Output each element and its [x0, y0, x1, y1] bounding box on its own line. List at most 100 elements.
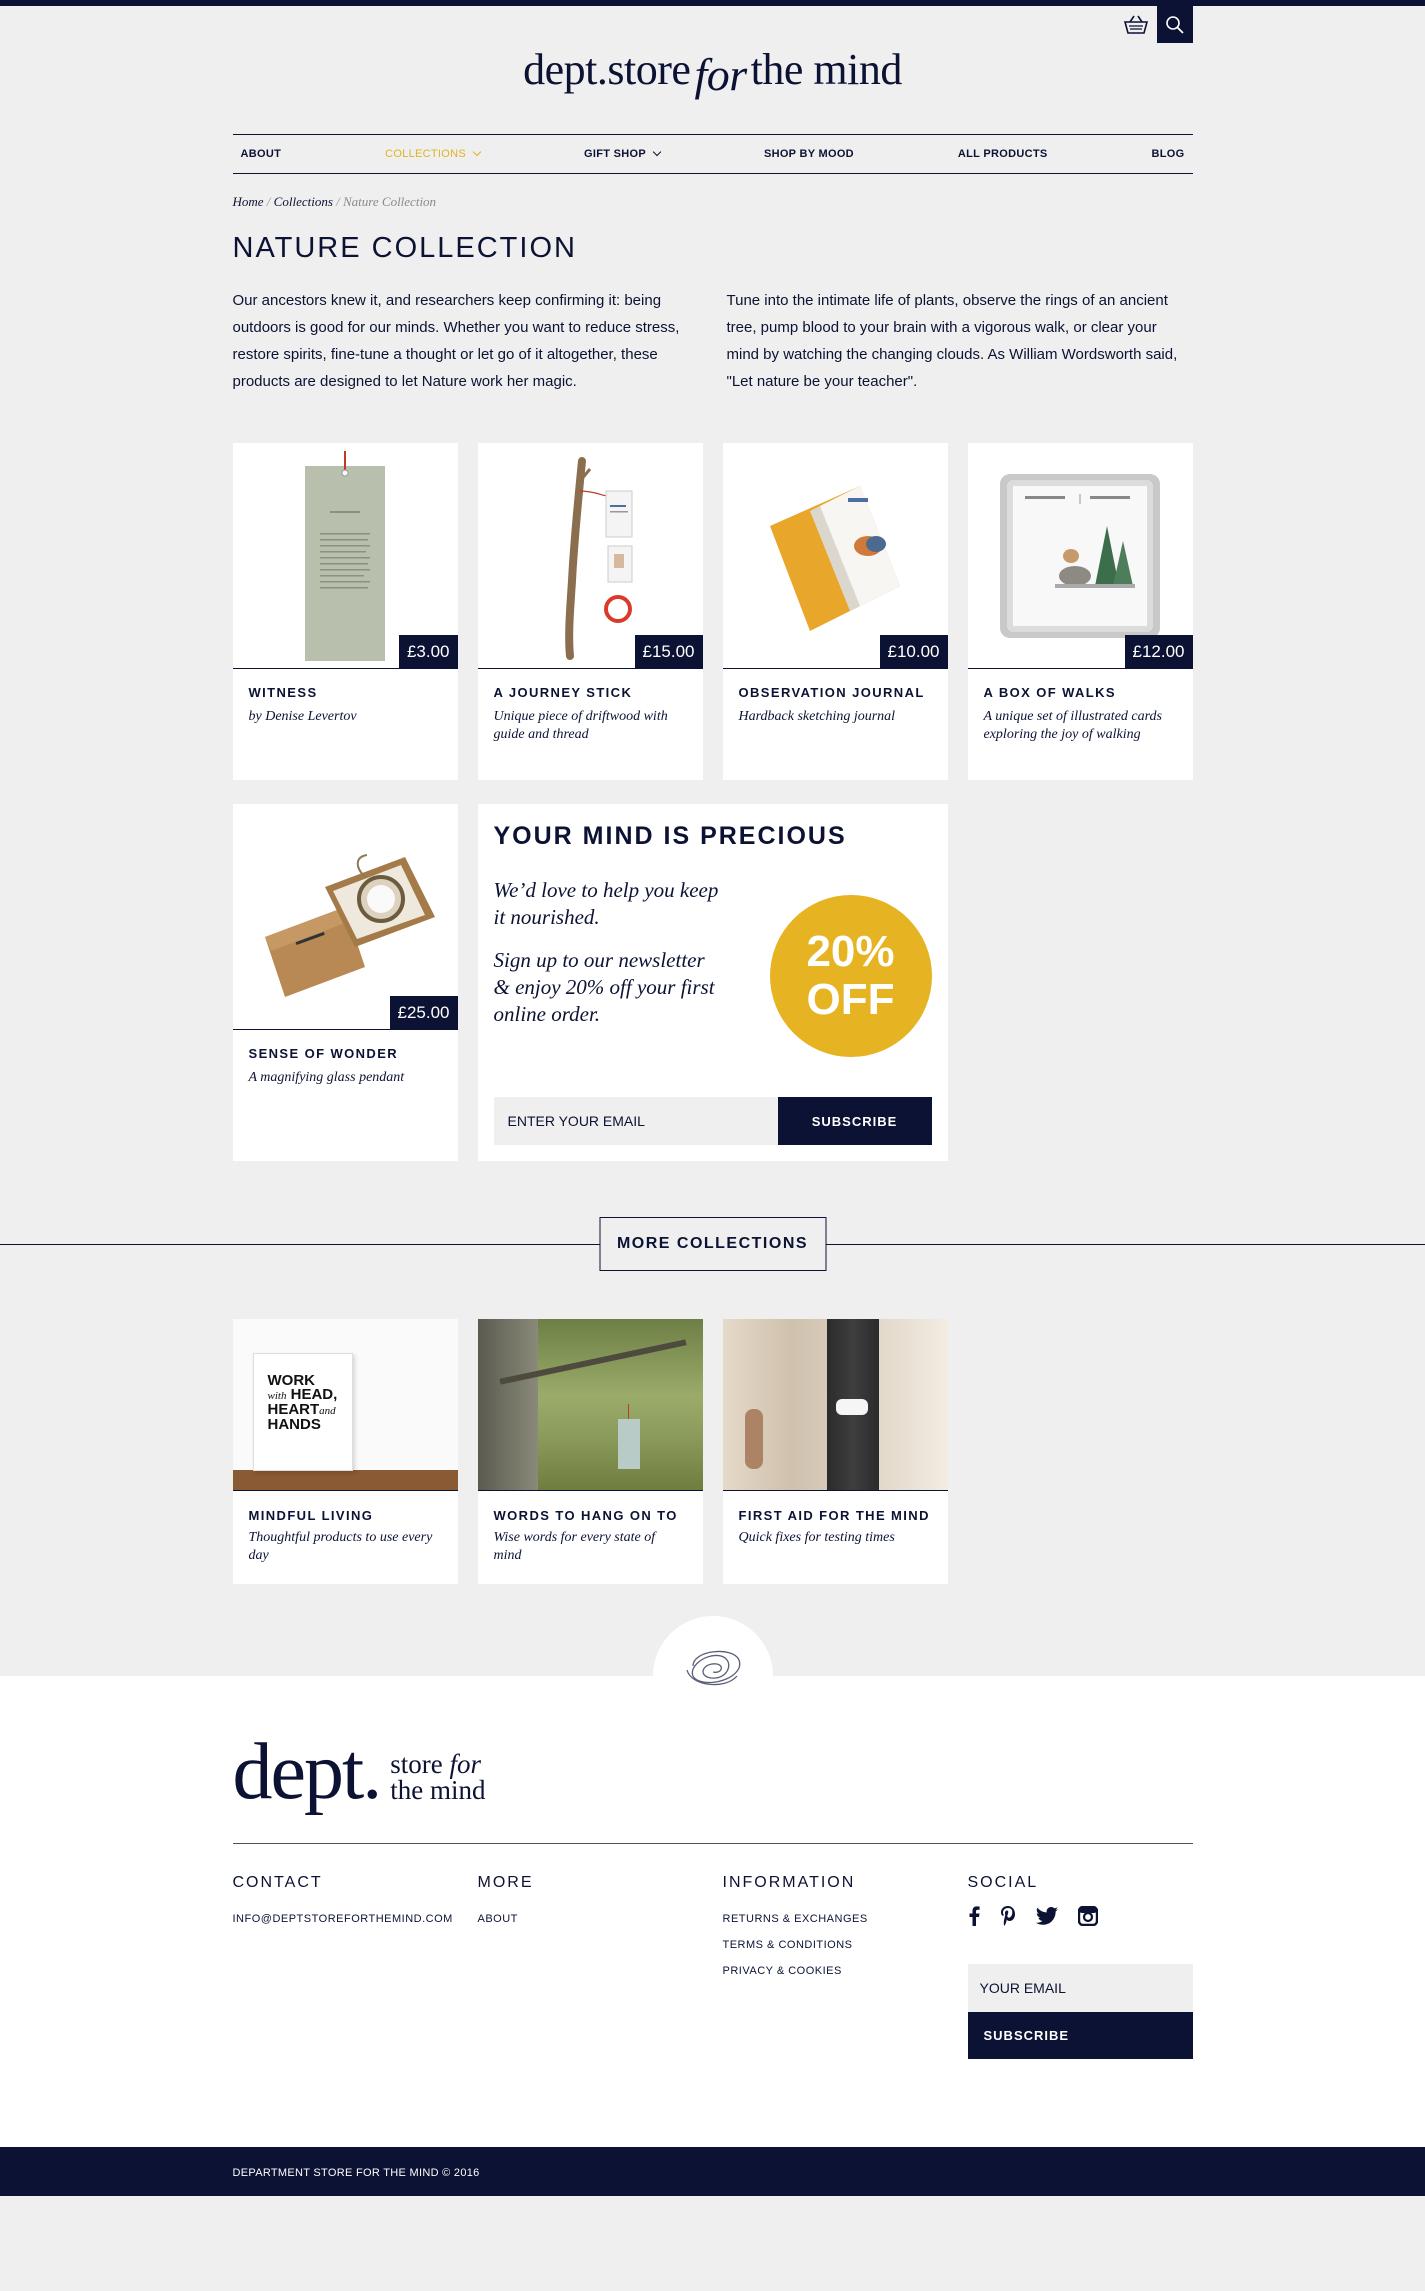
collection-name: MINDFUL LIVING — [248, 1508, 374, 1523]
promo-title: YOUR MIND IS PRECIOUS — [493, 822, 847, 850]
product-desc: Hardback sketching journal — [738, 709, 896, 724]
intro-text: Our ancestors knew it, and researchers k… — [233, 287, 1193, 395]
nav-about[interactable]: ABOUT — [241, 148, 282, 160]
price-tag: £25.00 — [389, 996, 458, 1029]
collection-card-words-to-hang-on-to[interactable]: WORDS TO HANG ON TO Wise words for every… — [477, 1319, 703, 1584]
breadcrumb-collections[interactable]: Collections — [274, 194, 333, 209]
product-image: £12.00 — [967, 443, 1193, 669]
nav-all-products[interactable]: ALL PRODUCTS — [958, 148, 1048, 160]
main-nav: ABOUT COLLECTIONS GIFT SHOP SHOP BY MOOD… — [232, 134, 1193, 174]
breadcrumb-separator: / — [336, 194, 340, 209]
facebook-icon[interactable] — [968, 1906, 980, 1936]
footer-newsletter-form: SUBSCRIBE — [967, 1964, 1193, 2059]
email-input[interactable] — [493, 1097, 778, 1145]
product-image: £25.00 — [232, 804, 458, 1030]
footer-heading: SOCIAL — [967, 1874, 1039, 1891]
collection-image — [477, 1319, 703, 1491]
scribble-icon — [652, 1616, 773, 1736]
product-grid: £3.00 WITNESS by Denise Levertov £15.00 … — [232, 443, 1193, 1161]
footer-logo-tagline: store for the mind — [390, 1751, 485, 1807]
breadcrumb-current: Nature Collection — [343, 194, 437, 209]
twitter-icon[interactable] — [1035, 1907, 1058, 1935]
product-desc: by Denise Levertov — [248, 709, 357, 724]
breadcrumb-home[interactable]: Home — [233, 194, 264, 209]
product-card-journey-stick[interactable]: £15.00 A JOURNEY STICK Unique piece of d… — [477, 443, 703, 780]
footer-more: MORE ABOUT — [478, 1874, 703, 2059]
site-footer: dept. store for the mind CONTACT INFO@DEP… — [0, 1616, 1425, 2196]
price-tag: £12.00 — [1124, 635, 1193, 668]
product-name: A JOURNEY STICK — [493, 685, 633, 700]
privacy-link[interactable]: PRIVACY & COOKIES — [723, 1958, 948, 1984]
footer-heading: CONTACT — [232, 1874, 323, 1891]
more-collections-button[interactable]: MORE COLLECTIONS — [599, 1217, 826, 1271]
intro-right: Tune into the intimate life of plants, o… — [726, 292, 1178, 390]
product-image: £10.00 — [722, 443, 948, 669]
newsletter-promo: YOUR MIND IS PRECIOUS We’d love to help … — [477, 804, 948, 1161]
product-desc: A magnifying glass pendant — [248, 1070, 405, 1085]
more-collections-divider: MORE COLLECTIONS — [0, 1217, 1425, 1271]
utility-icons — [1119, 6, 1193, 43]
footer-about-link[interactable]: ABOUT — [478, 1906, 703, 1932]
collection-image — [722, 1319, 948, 1491]
page-title: NATURE COLLECTION — [232, 232, 577, 264]
product-card-observation-journal[interactable]: £10.00 OBSERVATION JOURNAL Hardback sket… — [722, 443, 948, 780]
badge-percent: 20% — [806, 927, 895, 976]
intro-left: Our ancestors knew it, and researchers k… — [232, 292, 680, 390]
promo-line-2: Sign up to our newsletter & enjoy 20% of… — [493, 948, 715, 1026]
footer-logo[interactable]: dept. store for the mind — [232, 1728, 1193, 1816]
nav-collections-label: COLLECTIONS — [385, 148, 467, 160]
search-icon[interactable] — [1156, 6, 1193, 43]
price-tag: £10.00 — [879, 635, 948, 668]
footer-subscribe-button[interactable]: SUBSCRIBE — [967, 2012, 1193, 2059]
nav-shop-by-mood[interactable]: SHOP BY MOOD — [764, 148, 854, 160]
chevron-down-icon — [472, 147, 482, 157]
social-icons — [968, 1905, 1193, 1936]
collection-name: FIRST AID FOR THE MIND — [738, 1508, 930, 1523]
footer-contact: CONTACT INFO@DEPTSTOREFORTHEMIND.COM — [233, 1874, 458, 2059]
product-card-witness[interactable]: £3.00 WITNESS by Denise Levertov — [232, 443, 458, 780]
chevron-down-icon — [652, 147, 662, 157]
newsletter-form: SUBSCRIBE — [493, 1097, 932, 1145]
footer-logo-main: dept. — [232, 1728, 383, 1816]
product-card-box-of-walks[interactable]: £12.00 A BOX OF WALKS A unique set of il… — [967, 443, 1193, 780]
returns-link[interactable]: RETURNS & EXCHANGES — [723, 1906, 948, 1932]
instagram-icon[interactable] — [1077, 1905, 1098, 1936]
logo-for-text: for — [694, 49, 747, 100]
collection-card-first-aid[interactable]: FIRST AID FOR THE MIND Quick fixes for t… — [722, 1319, 948, 1584]
footer-heading: INFORMATION — [722, 1874, 856, 1891]
collection-desc: Wise words for every state of mind — [493, 1530, 656, 1563]
collection-card-mindful-living[interactable]: WORK with HEAD, HEARTand HANDS MINDFUL L… — [232, 1319, 458, 1584]
product-card-sense-of-wonder[interactable]: £25.00 SENSE OF WONDER A magnifying glas… — [232, 804, 458, 1161]
collections-grid: WORK with HEAD, HEARTand HANDS MINDFUL L… — [232, 1319, 1193, 1584]
nav-gift-shop-label: GIFT SHOP — [583, 148, 646, 160]
site-logo[interactable]: dept.storeforthe mind — [233, 42, 1193, 100]
footer-columns: CONTACT INFO@DEPTSTOREFORTHEMIND.COM MOR… — [233, 1874, 1193, 2147]
product-image: £3.00 — [232, 443, 458, 669]
nav-blog[interactable]: BLOG — [1151, 148, 1184, 160]
footer-social: SOCIAL SUBSCRIBE — [967, 1874, 1193, 2059]
pinterest-icon[interactable] — [1000, 1906, 1016, 1936]
badge-off: OFF — [806, 975, 895, 1024]
contact-email-link[interactable]: INFO@DEPTSTOREFORTHEMIND.COM — [233, 1906, 458, 1932]
collection-image: WORK with HEAD, HEARTand HANDS — [232, 1319, 458, 1491]
nav-collections[interactable]: COLLECTIONS — [385, 147, 482, 160]
footer-bottom-bar: DEPARTMENT STORE FOR THE MIND © 2016 — [0, 2147, 1425, 2196]
subscribe-button[interactable]: SUBSCRIBE — [777, 1097, 932, 1145]
nav-gift-shop[interactable]: GIFT SHOP — [583, 147, 662, 160]
discount-badge: 20% OFF — [769, 895, 932, 1057]
footer-divider — [232, 1843, 1193, 1844]
promo-line-1: We’d love to help you keep it nourished. — [493, 878, 719, 929]
poster: WORK with HEAD, HEARTand HANDS — [252, 1353, 353, 1471]
product-name: A BOX OF WALKS — [983, 685, 1117, 700]
product-name: SENSE OF WONDER — [248, 1046, 399, 1061]
copyright-text: DEPARTMENT STORE FOR THE MIND © 2016 — [232, 2166, 480, 2179]
product-name: OBSERVATION JOURNAL — [738, 685, 925, 700]
collection-desc: Thoughtful products to use every day — [248, 1530, 433, 1563]
poster-line: HANDS — [267, 1416, 321, 1433]
basket-icon[interactable] — [1119, 7, 1153, 43]
footer-information: INFORMATION RETURNS & EXCHANGES TERMS & … — [723, 1874, 948, 2059]
promo-text: We’d love to help you keep it nourished.… — [494, 877, 724, 1028]
terms-link[interactable]: TERMS & CONDITIONS — [723, 1932, 948, 1958]
footer-email-input[interactable] — [967, 1964, 1193, 2012]
poster-line: and — [319, 1405, 336, 1417]
